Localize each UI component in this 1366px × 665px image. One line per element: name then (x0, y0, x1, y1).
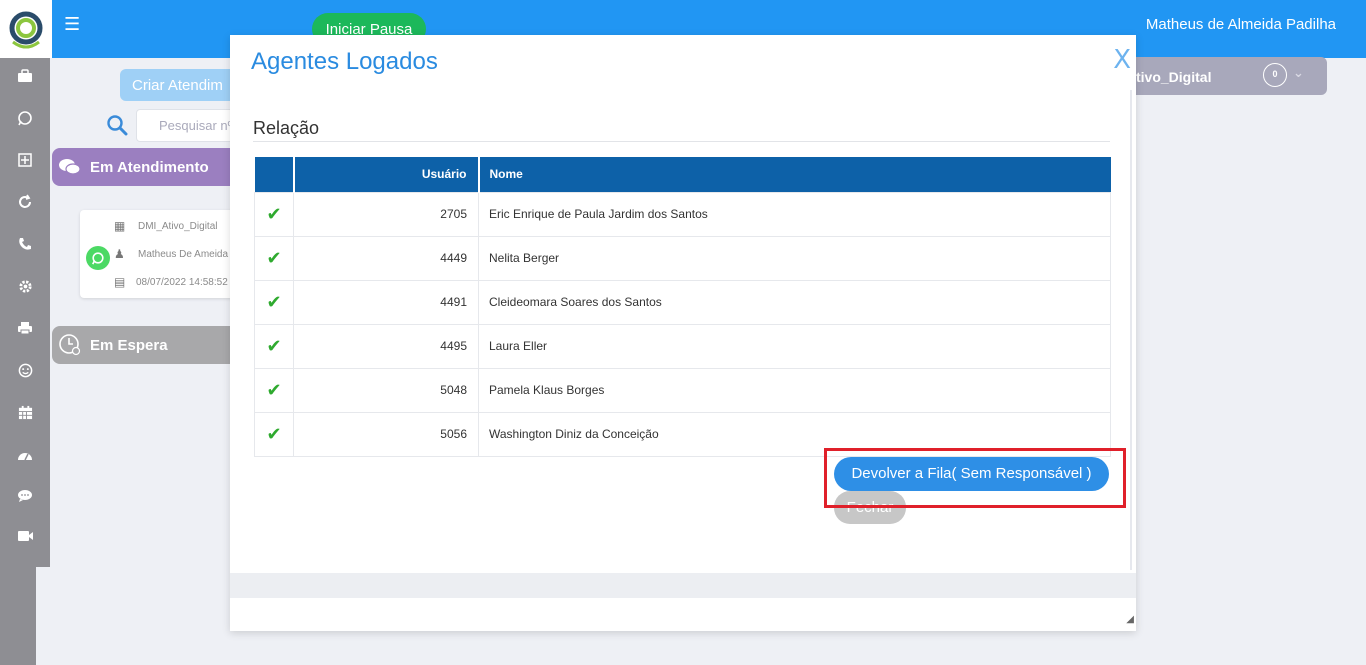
close-icon[interactable]: X (1113, 45, 1131, 75)
menu-toggle-icon[interactable]: ☰ (64, 14, 80, 35)
table-row[interactable]: ✔ 4449 Nelita Berger (254, 235, 1111, 281)
table-row[interactable]: ✔ 4491 Cleideomara Soares dos Santos (254, 279, 1111, 325)
row-name: Laura Eller (478, 323, 1111, 369)
check-icon: ✔ (254, 279, 294, 325)
table-row[interactable]: ✔ 2705 Eric Enrique de Paula Jardim dos … (254, 191, 1111, 237)
highlight-box (824, 448, 1126, 508)
card-agent-row: ♟ Matheus De Ameida (114, 247, 228, 261)
row-user: 4495 (293, 323, 479, 369)
whatsapp-badge-icon (86, 246, 110, 270)
search-icon[interactable] (106, 114, 128, 141)
queue-chip-label: tivo_Digital (1136, 69, 1212, 85)
whatsapp-icon[interactable] (15, 108, 35, 128)
map-icon: ▦ (114, 219, 126, 233)
check-icon: ✔ (254, 367, 294, 413)
row-user: 5056 (293, 411, 479, 457)
modal-title: Agentes Logados (251, 48, 438, 75)
row-user: 5048 (293, 367, 479, 413)
resize-handle-icon[interactable]: ◢ (1126, 614, 1134, 625)
calendar-clock-icon: ▤ (114, 275, 126, 289)
row-name: Pamela Klaus Borges (478, 367, 1111, 413)
agents-table: Usuário Nome ✔ 2705 Eric Enrique de Paul… (254, 157, 1111, 457)
sidebar (0, 58, 50, 567)
check-icon: ✔ (254, 323, 294, 369)
modal-footer (230, 573, 1136, 598)
app-logo[interactable] (0, 0, 52, 58)
table-row[interactable]: ✔ 5048 Pamela Klaus Borges (254, 367, 1111, 413)
card-agent: Matheus De Ameida (138, 248, 229, 260)
queue-chip[interactable]: tivo_Digital 0 ⌄ (1130, 57, 1327, 95)
gear-icon[interactable] (15, 276, 35, 296)
row-name: Cleideomara Soares dos Santos (478, 279, 1111, 325)
queue-chip-count: 0 (1263, 63, 1287, 87)
table-row[interactable]: ✔ 4495 Laura Eller (254, 323, 1111, 369)
attendance-card[interactable]: ▦ DMI_Ativo_Digital ♟ Matheus De Ameida … (80, 210, 250, 298)
logged-agents-modal: Agentes Logados X Relação Usuário Nome ✔… (230, 35, 1136, 631)
column-header-check (254, 157, 295, 192)
row-name: Eric Enrique de Paula Jardim dos Santos (478, 191, 1111, 237)
card-queue-row: ▦ DMI_Ativo_Digital (114, 219, 217, 233)
column-header-name[interactable]: Nome (478, 157, 1111, 192)
briefcase-icon[interactable] (15, 66, 35, 86)
calendar-icon[interactable] (15, 402, 35, 422)
card-queue: DMI_Ativo_Digital (138, 220, 218, 232)
table-header-row: Usuário Nome (254, 157, 1111, 192)
card-datetime: 08/07/2022 14:58:52 (136, 276, 228, 288)
card-datetime-row: ▤ 08/07/2022 14:58:52 (114, 275, 228, 289)
section-divider (253, 141, 1110, 142)
chat-icon[interactable] (15, 486, 35, 506)
in-attendance-label: Em Atendimento (90, 158, 209, 176)
in-attendance-section[interactable]: Em Atendimento (52, 148, 252, 186)
grid-plus-icon[interactable] (15, 150, 35, 170)
section-title: Relação (253, 118, 320, 138)
check-icon: ✔ (254, 191, 294, 237)
check-icon: ✔ (254, 411, 294, 457)
column-header-user[interactable]: Usuário (293, 157, 480, 192)
modal-scrollbar[interactable] (1130, 90, 1132, 570)
sidebar-extension (0, 567, 36, 665)
printer-icon[interactable] (15, 318, 35, 338)
phone-icon[interactable] (15, 234, 35, 254)
smile-icon[interactable] (15, 360, 35, 380)
user-name[interactable]: Matheus de Almeida Padilha (1146, 16, 1336, 33)
row-user: 2705 (293, 191, 479, 237)
waiting-label: Em Espera (90, 336, 168, 354)
waiting-section[interactable]: Em Espera (52, 326, 252, 364)
check-icon: ✔ (254, 235, 294, 281)
row-user: 4449 (293, 235, 479, 281)
chat-bubbles-icon (59, 159, 81, 175)
row-user: 4491 (293, 279, 479, 325)
clock-icon (59, 334, 81, 356)
row-name: Nelita Berger (478, 235, 1111, 281)
refresh-icon[interactable] (15, 192, 35, 212)
agent-icon: ♟ (114, 247, 125, 261)
chevron-down-icon[interactable]: ⌄ (1293, 66, 1304, 81)
video-icon[interactable] (15, 526, 35, 546)
dashboard-icon[interactable] (15, 444, 35, 464)
